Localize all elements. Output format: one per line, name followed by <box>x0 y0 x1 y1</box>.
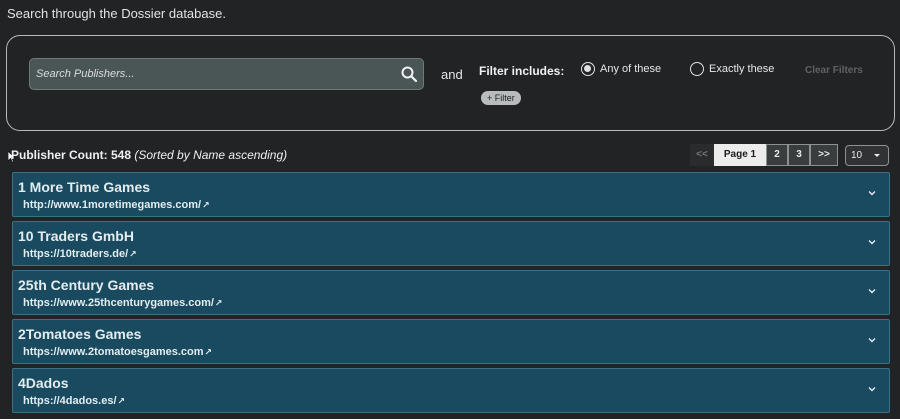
publisher-item[interactable]: 1 More Time Games http://www.1moretimega… <box>12 172 890 217</box>
page-intro: Search through the Dossier database. <box>7 6 226 21</box>
chevron-down-icon[interactable] <box>867 384 877 394</box>
publisher-url-link[interactable]: https://10traders.de/↗ <box>23 248 137 260</box>
publisher-url: http://www.1moretimegames.com/ <box>23 199 202 211</box>
publisher-name: 4Dados <box>18 375 69 391</box>
external-link-icon: ↗ <box>202 200 210 210</box>
search-input[interactable] <box>30 59 390 89</box>
prev-page-button[interactable]: << <box>690 144 714 166</box>
external-link-icon: ↗ <box>129 249 137 259</box>
caret-down-icon <box>874 154 880 157</box>
per-page-select[interactable]: 10 <box>845 145 889 166</box>
count-label: Publisher Count: 548 <box>11 148 132 162</box>
publisher-name: 1 More Time Games <box>18 179 151 195</box>
filter-includes-label: Filter includes: <box>479 64 565 78</box>
publisher-url-link[interactable]: http://www.1moretimegames.com/↗ <box>23 199 210 211</box>
publisher-count: Publisher Count: 548 (Sorted by Name asc… <box>11 148 287 162</box>
chevron-down-icon[interactable] <box>867 237 877 247</box>
radio-exactly-these[interactable]: Exactly these <box>690 62 774 76</box>
radio-label: Exactly these <box>709 63 775 75</box>
radio-button[interactable] <box>581 62 595 76</box>
chevron-down-icon[interactable] <box>867 188 877 198</box>
publisher-list: 1 More Time Games http://www.1moretimega… <box>12 172 890 417</box>
external-link-icon: ↗ <box>214 298 223 308</box>
external-link-icon: ↗ <box>117 396 126 406</box>
chevron-down-icon[interactable] <box>867 335 877 345</box>
page-3-button[interactable]: 3 <box>788 144 810 166</box>
publisher-url-link[interactable]: https://4dados.es/↗ <box>23 395 125 407</box>
search-icon[interactable] <box>401 66 417 82</box>
radio-button[interactable] <box>690 62 704 76</box>
search-box <box>29 58 424 90</box>
publisher-item[interactable]: 2Tomatoes Games https://www.2tomatoesgam… <box>12 319 890 364</box>
page-2-button[interactable]: 2 <box>766 144 788 166</box>
external-link-icon: ↗ <box>204 347 213 357</box>
publisher-url: https://www.25thcenturygames.com/ <box>23 297 214 309</box>
radio-label: Any of these <box>600 63 662 75</box>
clear-filters-button[interactable]: Clear Filters <box>805 65 863 76</box>
chevron-down-icon[interactable] <box>867 286 877 296</box>
add-filter-button[interactable]: + Filter <box>481 91 521 105</box>
radio-any-of-these[interactable]: Any of these <box>581 62 661 76</box>
publisher-name: 2Tomatoes Games <box>18 326 142 342</box>
sort-label: (Sorted by Name ascending) <box>134 148 288 162</box>
publisher-name: 25th Century Games <box>18 277 155 293</box>
publisher-item[interactable]: 4Dados https://4dados.es/↗ <box>12 368 890 413</box>
publisher-url-link[interactable]: https://www.2tomatoesgames.com↗ <box>23 346 212 358</box>
publisher-url: https://4dados.es/ <box>23 395 117 407</box>
publisher-name: 10 Traders GmbH <box>18 228 134 244</box>
publisher-item[interactable]: 10 Traders GmbH https://10traders.de/↗ <box>12 221 890 266</box>
per-page-value: 10 <box>851 150 863 161</box>
publisher-item[interactable]: 25th Century Games https://www.25thcentu… <box>12 270 890 315</box>
and-label: and <box>441 67 463 82</box>
filter-panel: and Filter includes: Any of these Exactl… <box>6 35 895 131</box>
publisher-url: https://10traders.de/ <box>23 248 129 260</box>
pagination: << Page 1 2 3 >> <box>690 144 838 166</box>
current-page[interactable]: Page 1 <box>714 144 766 166</box>
publisher-url: https://www.2tomatoesgames.com <box>23 346 204 358</box>
publisher-url-link[interactable]: https://www.25thcenturygames.com/↗ <box>23 297 222 309</box>
next-page-button[interactable]: >> <box>810 144 838 166</box>
